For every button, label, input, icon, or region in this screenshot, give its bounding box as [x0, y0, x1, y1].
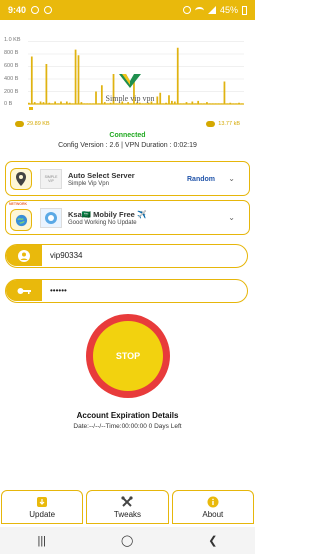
chart-bar — [74, 49, 77, 104]
status-time: 9:40 — [8, 5, 27, 15]
battery-percent: 45% — [219, 5, 238, 15]
recents-icon[interactable]: ||| — [37, 535, 46, 547]
chevron-down-icon[interactable]: ⌄ — [228, 213, 235, 222]
cloud-upload-icon — [206, 121, 216, 127]
tab-label: Tweaks — [113, 509, 142, 519]
server-subtitle: Simple Vip Vpn — [68, 181, 109, 187]
home-icon[interactable]: ◯ — [121, 534, 133, 547]
password-value: •••••• — [50, 286, 67, 295]
info-icon — [207, 496, 219, 508]
network-flag-icon — [40, 208, 62, 228]
tab-update[interactable]: Update — [1, 490, 84, 524]
server-select-card[interactable]: SIMPLE VIP Auto Select Server Simple Vip … — [5, 161, 250, 196]
signal-icon — [207, 6, 216, 14]
cloud-download-icon — [15, 121, 24, 127]
random-server-button[interactable]: Random — [187, 176, 215, 183]
connection-status: Connected — [109, 132, 146, 139]
upload-value: 13.77 kB — [218, 121, 240, 127]
tab-tweaks[interactable]: Tweaks — [86, 490, 169, 524]
tab-about[interactable]: About — [171, 490, 254, 524]
tools-icon — [121, 495, 134, 508]
network-subtitle: Good Working No Update — [68, 220, 137, 226]
stop-button-label: STOP — [93, 321, 163, 391]
chart-bar — [95, 91, 97, 104]
network-globe-icon — [10, 209, 32, 231]
chart-bar — [223, 81, 226, 104]
tab-label: About — [202, 509, 224, 519]
key-icon — [6, 280, 42, 301]
system-nav-bar: ||| ◯ ❮ — [0, 527, 255, 554]
tab-label: Update — [29, 509, 56, 519]
chart-bar — [77, 55, 80, 104]
vpn-key-icon — [31, 6, 40, 14]
battery-icon — [242, 5, 247, 15]
chart-bar — [168, 95, 170, 104]
chevron-down-icon[interactable]: ⌄ — [228, 174, 235, 183]
network-title: Ksa🇸🇦 Mobily Free ✈️ — [68, 210, 147, 219]
chart-bar — [176, 47, 179, 104]
traffic-chart: 1.0 KB 800 B 600 B 400 B 200 B 0 B Simpl… — [0, 20, 255, 132]
download-value: 29.89 KB — [27, 121, 50, 127]
server-title: Auto Select Server — [68, 171, 135, 180]
traffic-stats: 29.89 KB 13.77 kB — [0, 119, 255, 131]
update-icon — [36, 496, 48, 508]
alarm-icon — [182, 6, 191, 14]
location-pin-icon — [10, 168, 32, 190]
network-select-card[interactable]: NETWORK Ksa🇸🇦 Mobily Free ✈️ Good Workin… — [5, 200, 250, 235]
download-stat: 29.89 KB — [15, 121, 50, 127]
server-flag-icon: SIMPLE VIP — [40, 169, 62, 189]
chart-marker — [29, 107, 33, 110]
chart-bar — [45, 64, 48, 104]
stop-button[interactable]: STOP — [86, 314, 170, 398]
upload-stat: 13.77 kB — [206, 121, 240, 127]
user-icon — [6, 245, 42, 266]
expiration-line: Date:--/--/--Time:00:00:00 0 Days Left — [73, 423, 182, 430]
logo-text: Simple vip vpn — [105, 94, 155, 103]
back-icon[interactable]: ❮ — [208, 534, 217, 547]
notification-icon — [44, 6, 53, 14]
network-tag: NETWORK — [9, 202, 28, 206]
config-line: Config Version : 2.6 | VPN Duration : 0:… — [58, 142, 197, 149]
username-value: vip90334 — [50, 251, 83, 260]
expiration-title: Account Expiration Details — [76, 411, 179, 420]
status-bar: 9:40 45% — [0, 0, 255, 20]
username-field[interactable]: vip90334 — [5, 244, 248, 268]
app-logo: Simple vip vpn — [100, 72, 160, 103]
password-field[interactable]: •••••• — [5, 279, 248, 303]
logo-check-icon — [119, 74, 141, 88]
bottom-tabs: Update Tweaks About — [0, 490, 255, 524]
chart-bar — [30, 56, 33, 104]
wifi-icon — [194, 6, 204, 14]
